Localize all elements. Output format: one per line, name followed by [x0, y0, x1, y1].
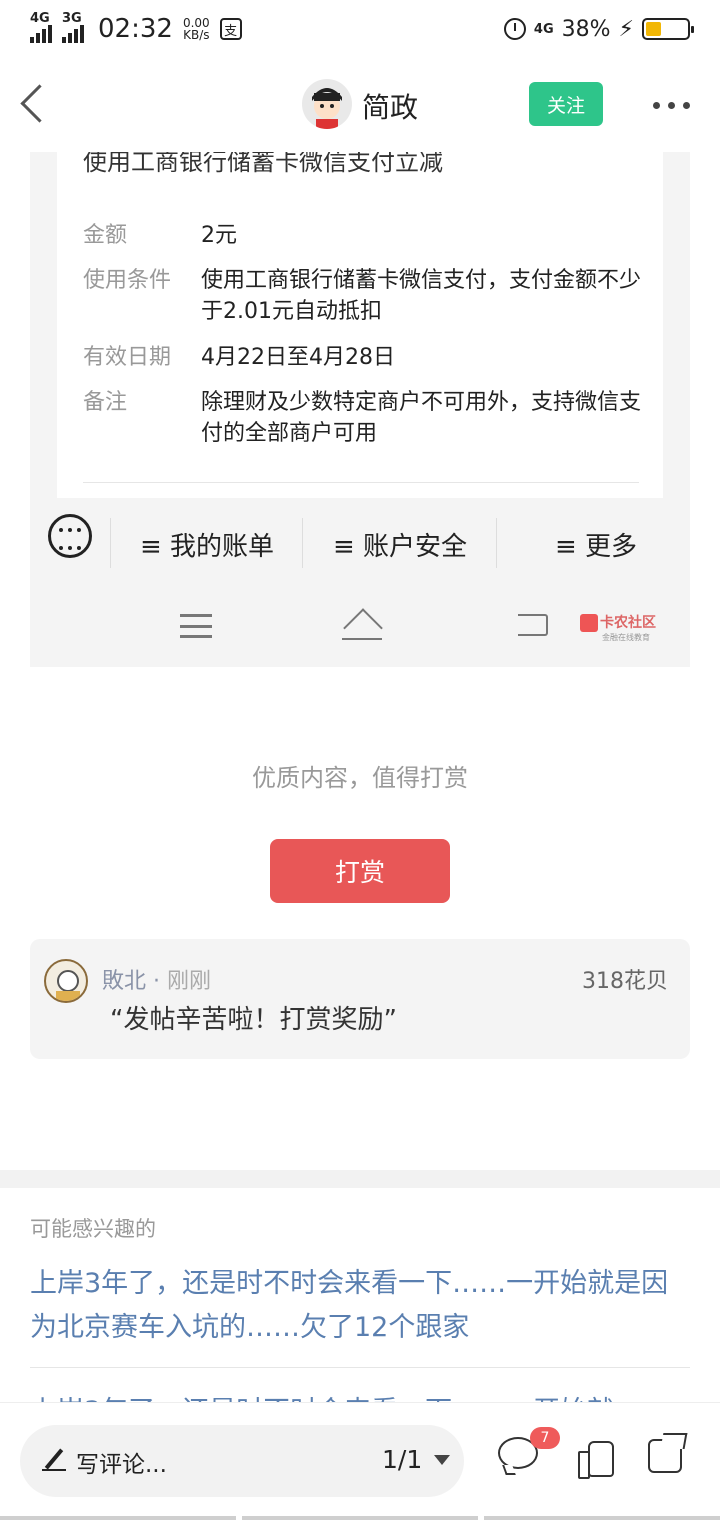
nav-menu-icon — [180, 614, 212, 638]
recommend-item[interactable]: 上岸3年了，还是时不时会来看一下……一开始就是因为北京赛车入坑的……欠了12个跟… — [30, 1262, 690, 1350]
signal-4g-data-icon: 4G — [533, 21, 554, 37]
embedded-nav-bar: 卡农社区 金融在线教育 — [30, 592, 690, 667]
comment-count-badge: 7 — [530, 1427, 560, 1449]
section-divider — [0, 1170, 720, 1188]
tip-message: “发帖辛苦啦！打赏奖励” — [110, 1005, 397, 1035]
network-speed: 0.00 KB/s — [182, 16, 210, 42]
reward-hint: 优质内容，值得打赏 — [252, 764, 468, 792]
tip-amount: 318花贝 — [582, 969, 668, 994]
follow-button[interactable]: 关注 — [529, 82, 603, 126]
home-indicator — [0, 1516, 720, 1520]
tipper-avatar[interactable] — [44, 959, 88, 1003]
coupon-row-note: 备注 除理财及少数特定商户不可用外，支持微信支付的全部商户可用 — [83, 390, 642, 446]
share-icon[interactable] — [648, 1439, 682, 1473]
status-bar: 4G 3G 02:32 0.00 KB/s 支 4G 38% ⚡ — [0, 0, 720, 58]
coupon-card: 使用工商银行储蓄卡微信支付立减 金额 2元 使用条件 使用工商银行储蓄卡微信支付，支… — [57, 152, 663, 498]
battery-icon — [642, 18, 694, 40]
divider — [30, 1367, 690, 1368]
nav-back-icon — [518, 614, 548, 636]
post-header: 简政 关注 — [0, 58, 720, 152]
coupon-row-validity: 有效日期 4月22日至4月28日 — [83, 345, 395, 370]
page-indicator[interactable]: 1/1 — [382, 1445, 422, 1474]
divider — [83, 482, 639, 483]
tip-record: 敗北 · 刚刚 318花贝 “发帖辛苦啦！打赏奖励” — [30, 939, 690, 1059]
nav-home-icon — [342, 610, 382, 640]
alipay-icon: 支 — [219, 18, 242, 40]
coupon-title: 使用工商银行储蓄卡微信支付立减 — [83, 152, 443, 176]
like-icon[interactable] — [578, 1439, 614, 1479]
signal-4g-icon: 4G — [30, 11, 52, 43]
signal-3g-icon: 3G — [62, 11, 84, 43]
wechat-menu-bar: ≡ 我的账单 ≡ 账户安全 ≡ 更多 — [30, 498, 690, 570]
battery-percent: 38% — [561, 16, 611, 42]
reward-button[interactable]: 打赏 — [270, 839, 450, 903]
recommend-label: 可能感兴趣的 — [30, 1217, 156, 1241]
author-name[interactable]: 简政 — [362, 86, 418, 126]
keyboard-icon — [48, 514, 92, 558]
post-image[interactable]: 使用工商银行储蓄卡微信支付立减 金额 2元 使用条件 使用工商银行储蓄卡微信支付，支… — [30, 152, 690, 667]
caret-down-icon[interactable] — [434, 1455, 450, 1465]
charging-icon: ⚡ — [618, 16, 634, 42]
tipper-name[interactable]: 敗北 · 刚刚 — [102, 963, 211, 995]
author-avatar[interactable] — [302, 79, 352, 129]
tip-time: 刚刚 — [167, 969, 212, 994]
status-time: 02:32 — [98, 14, 173, 44]
coupon-row-condition: 使用条件 使用工商银行储蓄卡微信支付，支付金额不少于2.01元自动抵扣 — [83, 268, 642, 324]
menu-my-bill: ≡ 我的账单 — [140, 532, 275, 562]
kanong-watermark: 卡农社区 金融在线教育 — [580, 612, 656, 643]
menu-more: ≡ 更多 — [555, 532, 638, 562]
kanong-logo-icon — [580, 614, 598, 632]
menu-account-security: ≡ 账户安全 — [333, 532, 468, 562]
comment-placeholder: 写评论... — [76, 1452, 167, 1478]
pen-icon — [42, 1447, 66, 1471]
alarm-icon — [503, 18, 526, 40]
comment-input[interactable]: 写评论... 1/1 — [20, 1425, 464, 1497]
bottom-action-bar: 写评论... 1/1 7 — [0, 1402, 720, 1520]
back-button[interactable] — [18, 84, 48, 126]
more-options-icon[interactable] — [653, 102, 690, 109]
coupon-row-amount: 金额 2元 — [83, 223, 237, 248]
